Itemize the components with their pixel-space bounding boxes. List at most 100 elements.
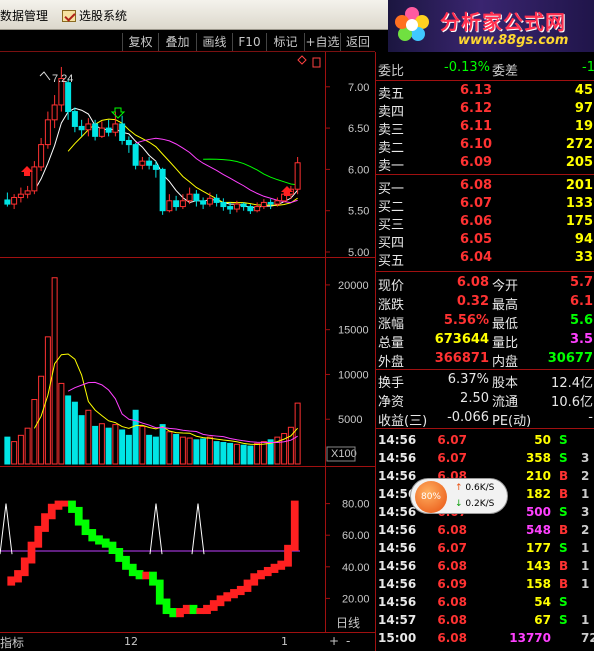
stat-value: 673644 [434,332,489,347]
stat-value: 5.6 [569,313,593,328]
stat-label: 内盘 [492,355,519,370]
stat-value: - [588,410,593,425]
candle-body [254,206,261,212]
tick-price: 6.08 [437,613,467,627]
kdj-step [236,585,245,596]
bid-level-row: 买五 6.04 33 [376,250,594,269]
kdj-step [155,579,164,605]
volume-bar [247,445,254,465]
tick-time: 14:56 [378,451,417,465]
stat-label: 量比 [492,336,519,351]
indicator-tab[interactable]: 指标 [0,634,24,651]
candle-body [260,201,267,208]
kdj-tick-label: 60.00 [342,530,370,542]
quote-stat-row: 涨幅 5.56% 最低 5.6 [376,313,594,332]
tick-side: B [559,469,569,483]
stat-value: 366871 [434,351,489,366]
price-tick-label: 7.00 [348,82,369,94]
ask-volume: 205 [565,155,593,170]
kdj-step [250,573,259,586]
kdj-step [223,592,232,602]
kdj-step [284,544,292,567]
tick-side: S [559,505,568,519]
volume-bar [17,434,24,465]
bid-level-row: 买二 6.07 133 [376,196,594,215]
kdj-step [169,608,178,618]
f10-button[interactable]: F10 [232,33,266,51]
stat-label: PE(动) [492,414,532,429]
tick-price: 6.07 [437,541,467,555]
add-watchlist-button[interactable]: +自选 [304,33,340,51]
kdj-indicator [0,500,300,618]
volume-bar [186,437,193,465]
kdj-step [142,571,151,580]
restore-rights-button[interactable]: 复权 [122,33,158,51]
stat-label: 外盘 [378,355,405,370]
speed-percent: 80% [415,481,447,513]
tick-time: 14:56 [378,523,417,537]
kdj-step [61,500,70,507]
kdj-signal-spike [0,503,13,555]
candle-body [44,119,51,146]
tick-row: 15:00 6.08 13770 72 [376,630,594,648]
upload-speed-value: 0.6K/S [465,483,495,493]
divider [376,80,594,81]
network-speed-widget[interactable]: 80% ↑ 0.6K/S ↓ 0.2K/S [410,478,508,514]
divider [376,369,594,370]
bid-level-row: 买三 6.06 175 [376,214,594,233]
zoom-in-button[interactable]: + [329,634,339,648]
volume-bar [287,426,294,465]
price-tick-label: 6.00 [348,164,369,176]
volume-bar [240,444,247,465]
stat-value: -0.066 [447,410,489,425]
kdj-axis-ticks: 80.00 60.00 40.00 20.00 [325,499,370,605]
candle-body [119,123,126,141]
candle-body [146,160,153,166]
tick-price: 6.08 [437,523,467,537]
window-icon[interactable] [312,57,321,68]
candle-body [139,160,146,166]
logo-title: 分析家公式网 [440,10,566,34]
candle-body [11,196,18,205]
divider [376,428,594,429]
tick-time: 14:56 [378,577,417,591]
tick-price: 6.08 [437,595,467,609]
mark-button[interactable]: 标记 [266,33,304,51]
draw-line-button[interactable]: 画线 [196,33,232,51]
tick-row: 14:57 6.08 67 S 1 [376,612,594,630]
volume-bar [139,425,146,465]
ask-volume: 45 [574,83,593,98]
kdj-step [27,541,36,564]
volume-bar [24,427,31,465]
diamond-icon[interactable] [297,55,307,65]
candle-body [233,203,240,210]
back-button[interactable]: 返回 [340,33,375,51]
overlay-button[interactable]: 叠加 [158,33,196,51]
bid-price: 6.08 [460,178,493,193]
bid-level-label: 买五 [378,254,405,269]
volume-bar [159,424,166,465]
download-speed: ↓ 0.2K/S [455,499,494,509]
candle-body [227,206,234,210]
stat-label: 今开 [492,279,519,294]
tick-volume: 500 [525,505,551,519]
ask-level-label: 卖二 [378,141,405,156]
candle-body [206,197,213,205]
period-label[interactable]: 日线 [336,614,360,631]
candle-body [213,197,220,203]
candle-body [85,123,92,131]
kdj-step [189,604,198,615]
kdj-step [149,571,157,586]
kdj-step [216,595,225,607]
stat-label: 涨跌 [378,298,405,313]
kline-chart[interactable]: 7.00 6.50 6.00 5.50 5.00 20000 15000 10000 5000… [0,52,375,632]
menu-stock-selection[interactable]: 选股系统 [62,7,127,24]
candle-body [179,200,186,208]
tick-time: 14:56 [378,433,417,447]
candle-body [200,200,207,205]
volume-axis-ticks: 20000 15000 10000 5000 [325,280,369,426]
zoom-out-button[interactable]: - [346,634,350,648]
company-stat-row: 换手 6.37% 股本 12.4亿 [376,372,594,391]
buy-arrow-icon [21,166,33,176]
menu-data-management[interactable]: 数据管理 [0,7,48,24]
